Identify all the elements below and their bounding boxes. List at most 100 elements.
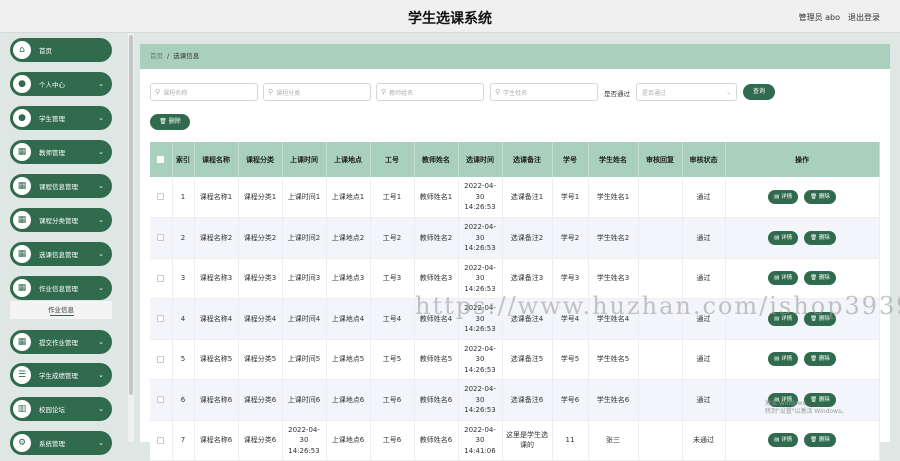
sidebar-item-11[interactable]: ⚙ 系统管理 ⌄: [10, 431, 112, 455]
row-checkbox[interactable]: [157, 436, 165, 444]
sidebar-item-7[interactable]: ▦ 作业信息管理 ⌄: [10, 276, 112, 300]
sidebar-item-label: 作业信息管理: [39, 285, 78, 293]
main-panel: 首页 / 选课信息 ⚲ 课程名称 ⚲ 课程分类 ⚲ 教师姓名 ⚲ 学生姓名 是否通过 是否通…: [140, 44, 890, 461]
row-checkbox[interactable]: [157, 315, 165, 322]
sidebar-item-label: 校园论坛: [39, 406, 65, 414]
detail-button[interactable]: ▤ 详情: [768, 392, 799, 407]
cell-idx: 4: [172, 298, 195, 340]
approve-select[interactable]: 是否通过 ⌄: [636, 83, 737, 101]
trash-icon: 🗑: [810, 194, 819, 200]
cell-sid: 学号2: [552, 217, 589, 259]
sidebar-item-2[interactable]: ● 学生管理 ⌄: [10, 106, 112, 130]
table-row[interactable]: 6 课程名称6 课程分类6 上课时间6 上课地点6 工号6 教师姓名6 2022-04-30 …: [150, 379, 880, 421]
chevron-down-icon: ⌄: [98, 216, 104, 224]
table-row[interactable]: 4 课程名称4 课程分类4 上课时间4 上课地点4 工号4 教师姓名4 2022-04-30 …: [150, 298, 880, 340]
detail-button[interactable]: ▤ 详情: [768, 271, 799, 286]
scrollbar-thumb[interactable]: [129, 35, 133, 395]
cell-remark: 选课备注4: [502, 298, 553, 340]
sidebar-item-6[interactable]: ▦ 选课信息管理 ⌄: [10, 242, 112, 266]
trash-icon: 🗑: [810, 437, 819, 444]
row-checkbox[interactable]: [157, 193, 165, 201]
sidebar-item-1[interactable]: ● 个人中心 ⌄: [10, 72, 112, 96]
table-row[interactable]: 2 课程名称2 课程分类2 上课时间2 上课地点2 工号2 教师姓名2 2022-04-30 …: [150, 217, 880, 259]
row-checkbox[interactable]: [157, 355, 165, 363]
chevron-down-icon: ⌄: [98, 439, 104, 447]
student-name-input[interactable]: ⚲ 学生姓名: [490, 83, 598, 101]
cell-remark: 选课备注1: [502, 177, 553, 218]
breadcrumb-home[interactable]: 首页: [150, 52, 163, 60]
delete-button[interactable]: 🗑 删除: [804, 271, 836, 286]
sidebar-item-4[interactable]: ▦ 课程信息管理 ⌄: [10, 174, 112, 198]
cell-cat: 课程分类3: [238, 258, 283, 299]
home-icon: ⌂: [13, 41, 31, 59]
delete-button[interactable]: 🗑 删除: [804, 190, 836, 204]
approve-label: 是否通过: [604, 90, 630, 98]
table-row[interactable]: 7 课程名称6 课程分类6 2022-04-30 14:26:53 上课地点6 工号6 教师…: [150, 420, 880, 461]
row-actions: ▤ 详情 🗑 删除: [725, 379, 880, 421]
row-checkbox[interactable]: [157, 396, 165, 403]
column-header: 选课时间: [458, 142, 503, 177]
cell-remark: 这里是学生选课的: [502, 420, 553, 461]
column-header: 工号: [370, 142, 415, 177]
delete-button[interactable]: 🗑 删除: [804, 230, 836, 245]
cell-status: 通过: [682, 298, 726, 340]
cell-course: 课程名称4: [194, 298, 239, 340]
detail-button[interactable]: ▤ 详情: [768, 433, 799, 448]
select-all-checkbox[interactable]: [157, 156, 165, 163]
cell-reply: [638, 217, 683, 259]
detail-button[interactable]: ▤ 详情: [768, 352, 799, 367]
sidebar-item-5[interactable]: ▦ 课程分类管理 ⌄: [10, 208, 112, 232]
cell-idx: 1: [172, 177, 195, 218]
cell-reply: [638, 298, 683, 340]
cell-teacher: 教师姓名6: [414, 420, 459, 461]
delete-button[interactable]: 🗑 删除: [804, 311, 836, 326]
table-row[interactable]: 5 课程名称5 课程分类5 上课时间5 上课地点5 工号5 教师姓名5 2022-04-30 …: [150, 339, 880, 380]
cell-date: 2022-04-30 14:41:06: [458, 420, 503, 461]
row-checkbox[interactable]: [157, 274, 165, 282]
cell-date: 2022-04-30 14:26:53: [458, 298, 503, 340]
sidebar-item-0[interactable]: ⌂ 首页: [10, 38, 112, 62]
detail-button[interactable]: ▤ 详情: [768, 190, 799, 204]
sidebar-item-label: 提交作业管理: [39, 339, 78, 347]
cell-course: 课程名称2: [194, 217, 239, 259]
sidebar-item-8[interactable]: ▦ 提交作业管理 ⌄: [10, 330, 112, 354]
course-category-input[interactable]: ⚲ 课程分类: [263, 83, 371, 101]
chevron-down-icon: ⌄: [98, 250, 104, 258]
delete-button[interactable]: 🗑 删除: [804, 352, 836, 367]
breadcrumb-current: 选课信息: [173, 52, 200, 60]
logout-link[interactable]: 退出登录: [848, 12, 880, 23]
sidebar-item-10[interactable]: ▥ 校园论坛 ⌄: [10, 397, 112, 421]
delete-button[interactable]: 🗑 删除: [804, 433, 836, 448]
delete-label: 删除: [818, 356, 830, 363]
cell-cat: 课程分类2: [238, 217, 283, 259]
delete-label: 删除: [818, 315, 830, 322]
teacher-name-input[interactable]: ⚲ 教师姓名: [376, 83, 484, 101]
cell-time: 上课时间5: [282, 339, 327, 380]
cell-student: 学生姓名5: [588, 339, 639, 380]
detail-button[interactable]: ▤ 详情: [768, 230, 799, 245]
detail-button[interactable]: ▤ 详情: [768, 311, 799, 326]
row-checkbox[interactable]: [157, 234, 165, 241]
cell-student: 学生姓名6: [588, 379, 639, 421]
sidebar-item-9[interactable]: ☰ 学生成绩管理 ⌄: [10, 363, 112, 387]
sidebar-scrollbar[interactable]: [128, 33, 134, 442]
trash-icon: 🗑: [810, 234, 819, 241]
batch-delete-button[interactable]: 🗑 删除: [150, 114, 190, 130]
query-button[interactable]: 查询: [743, 84, 775, 100]
column-header: 课程名称: [194, 142, 239, 177]
table-row[interactable]: 3 课程名称3 课程分类3 上课时间3 上课地点3 工号3 教师姓名3 2022-04-30 …: [150, 258, 880, 299]
cell-sid: 学号6: [552, 379, 589, 421]
table-row[interactable]: 1 课程名称1 课程分类1 上课时间1 上课地点1 工号1 教师姓名1 2022-04-30 …: [150, 177, 880, 218]
cell-cat: 课程分类6: [238, 420, 283, 461]
sidebar-subitem-homework[interactable]: 作业信息: [10, 301, 112, 319]
column-header: 课程分类: [238, 142, 283, 177]
cell-cat: 课程分类1: [238, 177, 283, 218]
cell-student: 学生姓名2: [588, 217, 639, 259]
sidebar-item-3[interactable]: ▦ 教师管理 ⌄: [10, 140, 112, 164]
cell-status: 通过: [682, 379, 726, 421]
row-select-cell: [150, 379, 173, 421]
cell-cat: 课程分类4: [238, 298, 283, 340]
delete-button[interactable]: 🗑 删除: [804, 392, 836, 407]
course-name-input[interactable]: ⚲ 课程名称: [150, 83, 258, 101]
cell-remark: 选课备注6: [502, 379, 553, 421]
